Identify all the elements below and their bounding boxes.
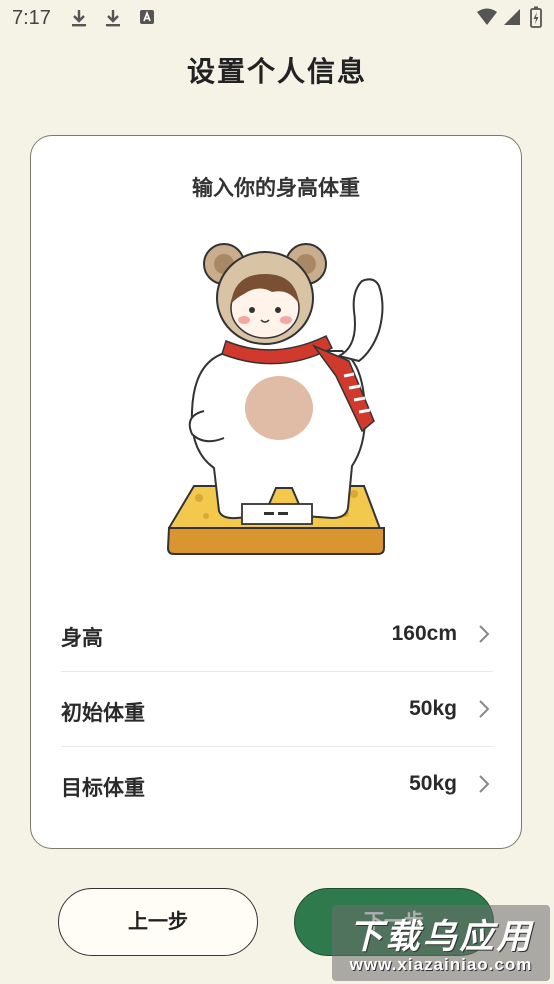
height-row[interactable]: 身高 160cm xyxy=(61,598,493,673)
bear-on-scale-illustration xyxy=(166,243,386,555)
initial-weight-row[interactable]: 初始体重 50kg xyxy=(61,673,493,748)
wifi-icon xyxy=(477,8,497,25)
download-icon xyxy=(72,10,86,27)
initial-weight-label: 初始体重 xyxy=(61,702,145,725)
chevron-right-icon xyxy=(479,700,490,718)
height-label: 身高 xyxy=(61,627,103,650)
info-card: 输入你的身高体重 身高 160cm 初始体重 50kg 目标体重 50kg xyxy=(30,135,522,849)
download-icon xyxy=(106,10,120,27)
target-weight-row[interactable]: 目标体重 50kg xyxy=(61,748,493,823)
watermark-logo: 下载乌应用 www.xiazainiao.com xyxy=(332,905,550,981)
watermark-url-text: www.xiazainiao.com xyxy=(349,955,533,974)
signal-icon xyxy=(504,9,520,25)
app-notification-icon xyxy=(140,10,154,24)
prev-step-button[interactable]: 上一步 xyxy=(58,888,258,956)
target-weight-label: 目标体重 xyxy=(61,777,145,800)
chevron-right-icon xyxy=(479,775,490,793)
battery-charging-icon xyxy=(530,6,542,28)
chevron-right-icon xyxy=(479,625,490,643)
watermark-main-text: 下载乌应用 xyxy=(348,918,534,956)
divider xyxy=(61,671,493,672)
initial-weight-value: 50kg xyxy=(409,697,457,720)
height-value: 160cm xyxy=(391,622,457,645)
target-weight-value: 50kg xyxy=(409,772,457,795)
page-title: 设置个人信息 xyxy=(186,56,367,87)
divider xyxy=(61,746,493,747)
status-time: 7:17 xyxy=(12,7,51,29)
card-title: 输入你的身高体重 xyxy=(192,177,360,200)
status-bar: 7:17 xyxy=(0,0,554,36)
